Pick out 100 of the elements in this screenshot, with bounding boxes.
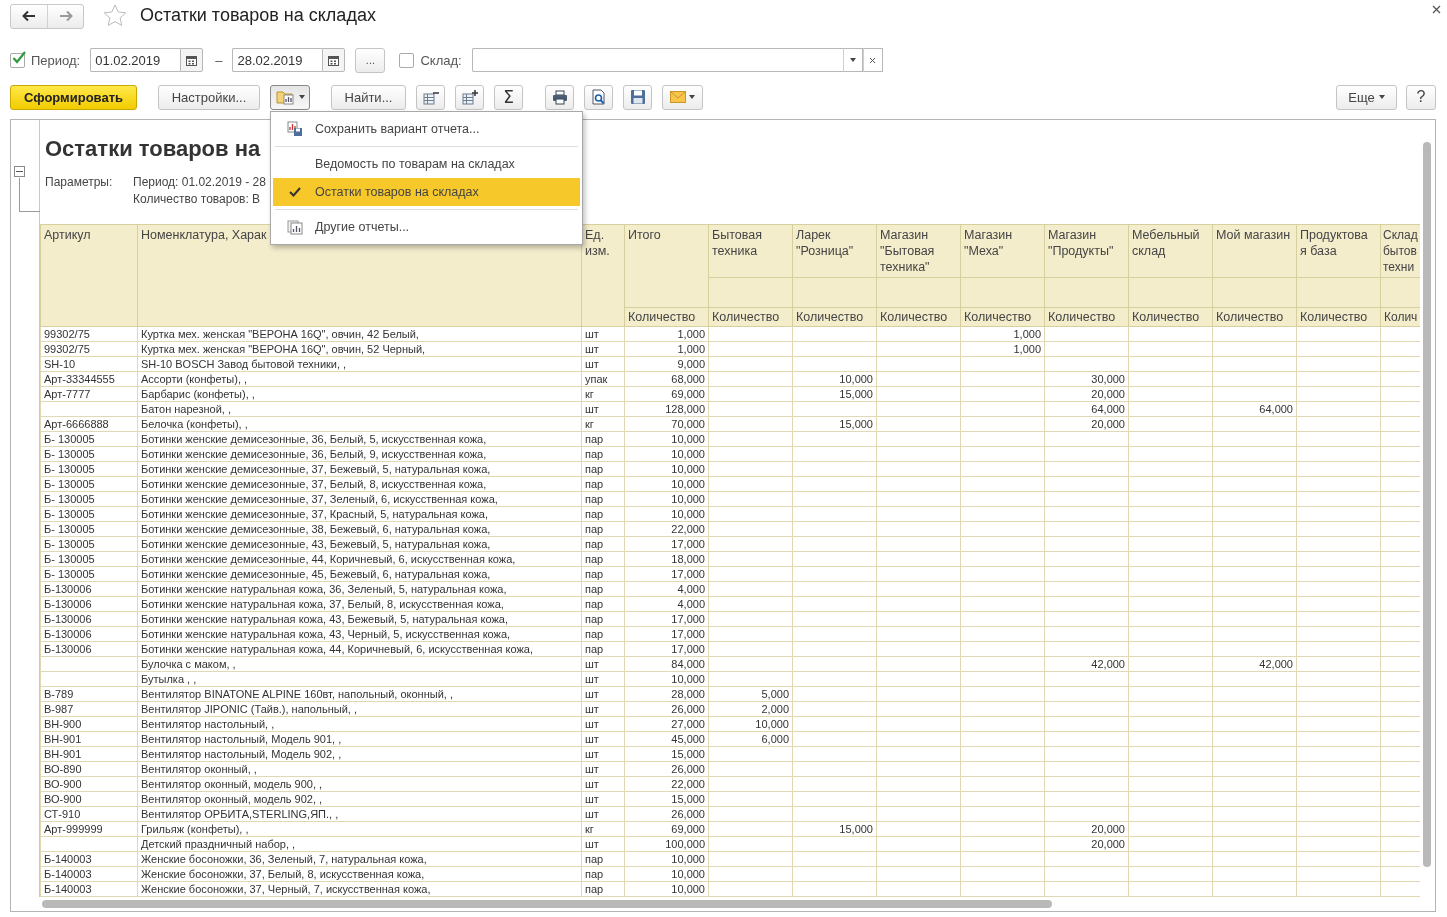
table-cell: Женские босоножки, 36, Зеленый, 7, натуральная кожа, [137, 851, 582, 867]
table-cell: пар [581, 866, 625, 882]
table-cell: Ботинки женские демисезонные, 37, Белый, 8, искусственная кожа, [137, 476, 582, 492]
table-cell: Б- 130005 [40, 491, 138, 507]
preview-button[interactable] [584, 84, 613, 110]
table-cell: Куртка мех. женская "ВЕРОНА 16Q", овчин, 52 Черный, [137, 341, 582, 357]
table-cell: шт [581, 716, 625, 732]
table-cell: пар [581, 431, 625, 447]
table-cell: 4,000 [624, 581, 709, 597]
table-cell: шт [581, 671, 625, 687]
calendar-button[interactable] [322, 48, 346, 72]
table-cell: шт [581, 701, 625, 717]
menu-item[interactable]: Сохранить вариант отчета... [273, 115, 580, 143]
settings-button[interactable]: Настройки... [158, 84, 260, 110]
help-button[interactable]: ? [1406, 84, 1436, 110]
table-cell: шт [581, 656, 625, 672]
column-header: Ларек "Розница" [792, 224, 877, 278]
table-cell: 1,000 [960, 341, 1045, 357]
table-cell: пар [581, 446, 625, 462]
table-cell: 17,000 [624, 566, 709, 582]
table-cell: 42,000 [1044, 656, 1129, 672]
calendar-icon [186, 54, 198, 66]
find-button[interactable]: Найти... [331, 84, 406, 110]
menu-item[interactable]: Ведомость по товарам на складах [273, 150, 580, 178]
table-cell: 99302/75 [40, 326, 138, 342]
table-cell: шт [581, 341, 625, 357]
table-cell: 64,000 [1044, 401, 1129, 417]
table-cell: упак [581, 371, 625, 387]
table-cell: Бутылка , , [137, 671, 582, 687]
table-cell: SH-10 BOSCH Завод бытовой техники, , [137, 356, 582, 372]
table-cell: 1,000 [960, 326, 1045, 342]
date-dash: – [215, 52, 223, 68]
table-cell: шт [581, 686, 625, 702]
table-cell: 17,000 [624, 641, 709, 657]
table-cell: Ботинки женские демисезонные, 37, Зеленый, 6, искусственная кожа, [137, 491, 582, 507]
table-cell: 10,000 [624, 461, 709, 477]
table-cell: 69,000 [624, 821, 709, 837]
table-cell: Вентилятор настольный, , [137, 716, 582, 732]
clear-button[interactable] [862, 48, 883, 72]
table-cell: Ботинки женские натуральная кожа, 36, Зеленый, 5, натуральная кожа, [137, 581, 582, 597]
table-cell: 128,000 [624, 401, 709, 417]
table-cell: 2,000 [708, 701, 793, 717]
table-cell: Ботинки женские демисезонные, 43, Бежевый, 5, натуральная кожа, [137, 536, 582, 552]
date-to-field[interactable]: 28.02.2019 [232, 48, 323, 72]
table-cell: Б-140003 [40, 851, 138, 867]
period-select-button[interactable]: ... [355, 47, 386, 73]
parameters-label: Параметры: [45, 175, 113, 189]
calendar-button[interactable] [180, 48, 204, 72]
column-header: Магазин "Бытовая техника" [876, 224, 961, 278]
column-header: Склад бытов техни [1380, 224, 1420, 278]
table-cell: шт [581, 731, 625, 747]
table-cell: 10,000 [708, 716, 793, 732]
table-cell: 84,000 [624, 656, 709, 672]
column-header: Мой магазин [1212, 224, 1297, 278]
print-button[interactable] [545, 84, 574, 110]
period-checkbox[interactable] [10, 52, 25, 68]
column-header: Магазин "Продукты" [1044, 224, 1129, 278]
table-cell: ВН-901 [40, 731, 138, 747]
warehouse-label: Склад: [420, 52, 462, 68]
warehouse-field[interactable] [471, 48, 843, 72]
table-cell: Б- 130005 [40, 566, 138, 582]
dropdown-button[interactable] [842, 48, 863, 72]
table-cell: 10,000 [624, 881, 709, 897]
menu-item[interactable]: Остатки товаров на складах [273, 178, 580, 206]
group-toggle[interactable] [14, 166, 25, 177]
table-cell: пар [581, 506, 625, 522]
collapse-button[interactable] [416, 84, 445, 110]
report-variant-button[interactable] [270, 84, 310, 110]
save-button[interactable] [623, 84, 652, 110]
table-cell: пар [581, 611, 625, 627]
star-icon [103, 3, 127, 27]
table-cell: 28,000 [624, 686, 709, 702]
table-cell: 26,000 [624, 761, 709, 777]
generate-button[interactable]: Сформировать [10, 84, 137, 110]
table-cell: 100,000 [624, 836, 709, 852]
table-cell: 26,000 [624, 806, 709, 822]
column-header: Магазин "Меха" [960, 224, 1045, 278]
table-cell: Ботинки женские натуральная кожа, 43, Черный, 5, искусственная кожа, [137, 626, 582, 642]
date-from-field[interactable]: 01.02.2019 [90, 48, 181, 72]
send-email-button[interactable] [662, 84, 703, 110]
table-cell: Арт-6666888 [40, 416, 138, 432]
table-cell: 15,000 [792, 821, 877, 837]
table-cell: 10,000 [624, 866, 709, 882]
table-cell: пар [581, 461, 625, 477]
table-cell: Б- 130005 [40, 461, 138, 477]
table-cell: ВО-900 [40, 776, 138, 792]
table-cell: Ботинки женские демисезонные, 37, Бежевый, 5, натуральная кожа, [137, 461, 582, 477]
group-bracket [19, 178, 40, 212]
table-cell: Вентилятор оконный, модель 900, , [137, 776, 582, 792]
table-cell: СТ-910 [40, 806, 138, 822]
table-cell: Б-130006 [40, 641, 138, 657]
sum-button[interactable]: Σ [494, 84, 523, 110]
caret-icon [1378, 95, 1385, 99]
warehouse-checkbox[interactable] [399, 52, 415, 68]
expand-button[interactable] [455, 84, 484, 110]
table-cell: 45,000 [624, 731, 709, 747]
table-cell: ВН-900 [40, 716, 138, 732]
save-chart-icon [287, 121, 303, 137]
more-button[interactable]: Еще [1336, 84, 1397, 110]
table-cell: Ботинки женские демисезонные, 44, Коричневый, 6, искусственная кожа, [137, 551, 582, 567]
